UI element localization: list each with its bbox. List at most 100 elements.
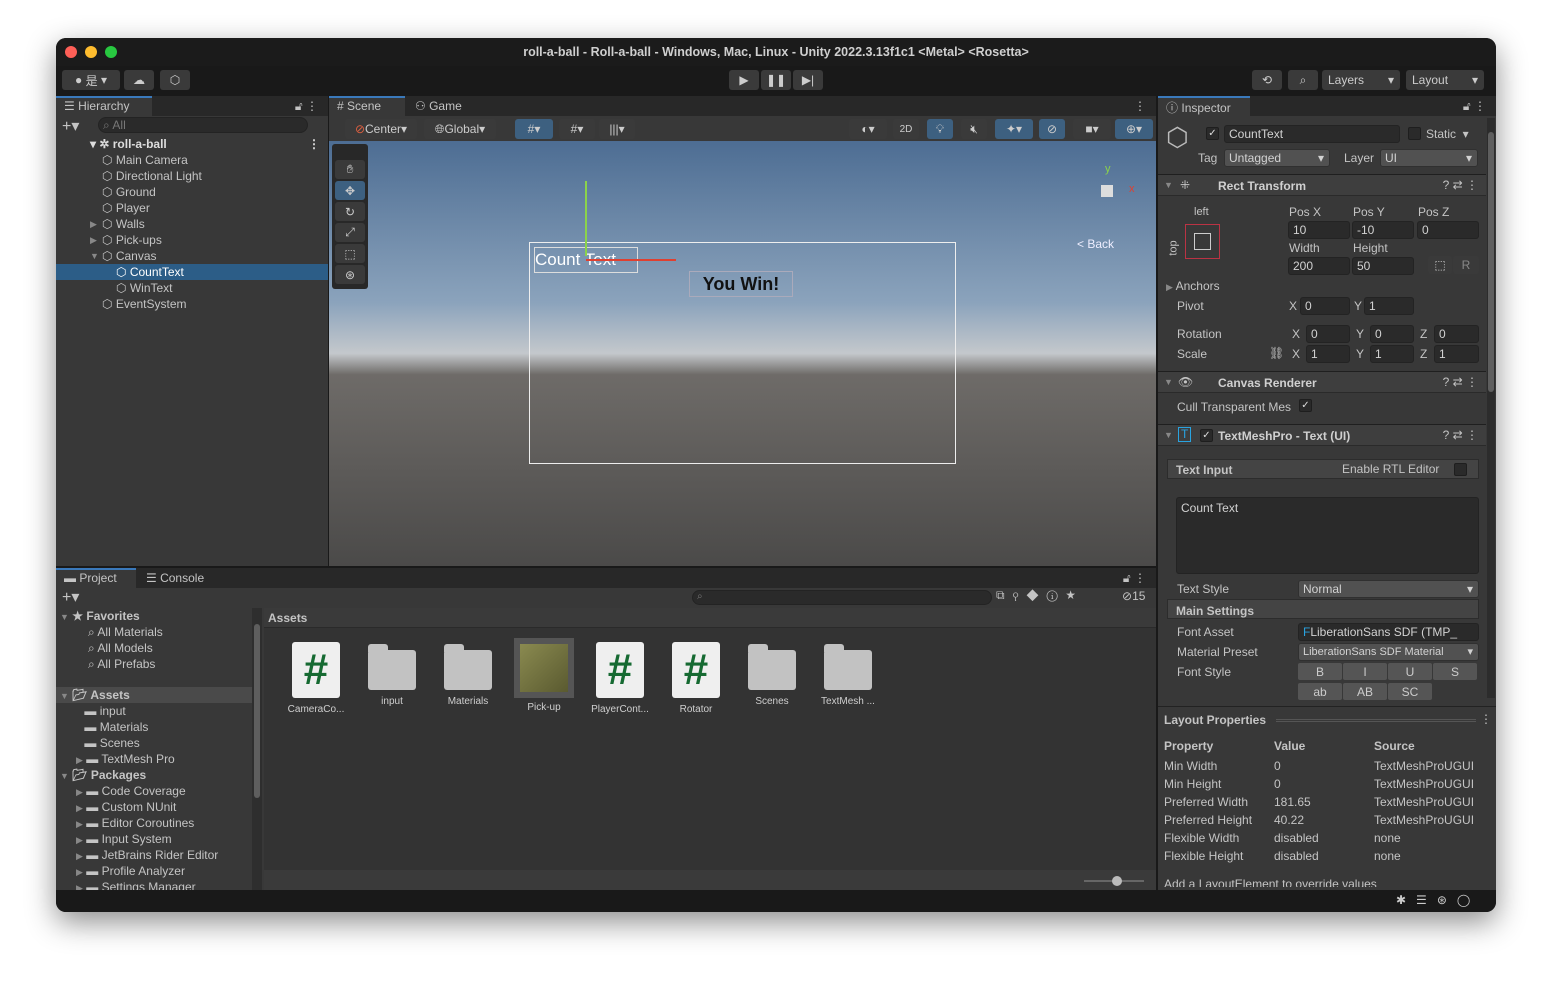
audio-toggle[interactable]: 🔇︎ (961, 119, 987, 139)
hierarchy-item[interactable]: ⬡ EventSystem (56, 296, 328, 312)
hierarchy-item[interactable]: ▶ ⬡ Pick-ups (56, 232, 328, 248)
component-menu-icons[interactable]: ? ⇄ ⋮ (1443, 375, 1478, 389)
hidden-packages-toggle[interactable]: ⊘15 (1122, 589, 1145, 603)
rotate-tool[interactable]: ↻ (335, 202, 365, 221)
breadcrumb[interactable]: Assets (268, 611, 307, 625)
tab-console[interactable]: ☰ Console (138, 568, 218, 588)
text-style-dropdown[interactable]: Normal ▾ (1298, 580, 1479, 598)
move-gizmo-y[interactable] (585, 181, 587, 256)
font-case-2-button[interactable]: SC (1388, 683, 1432, 700)
create-button[interactable]: +▾ (62, 587, 79, 607)
hand-tool[interactable]: ✋︎ (335, 160, 365, 179)
package-item[interactable]: ▶ ▬ Code Coverage (76, 783, 186, 799)
back-button[interactable]: < Back (1077, 237, 1114, 251)
align-button[interactable]: |||▾ (599, 119, 635, 139)
grid-snap-button[interactable]: #▾ (515, 119, 553, 139)
rotation-y-field[interactable]: 0 (1370, 325, 1414, 343)
font-case-1-button[interactable]: AB (1343, 683, 1387, 700)
font-style-i-button[interactable]: I (1343, 663, 1387, 680)
pause-button[interactable]: ❚❚ (761, 70, 791, 90)
filter-icons[interactable]: ⧉⚲◆ⓘ★ (996, 588, 1083, 603)
tab-hierarchy[interactable]: ☰ Hierarchy (56, 96, 152, 116)
hierarchy-item[interactable]: ⬡ Directional Light (56, 168, 328, 184)
package-item[interactable]: ▶ ▬ Profile Analyzer (76, 863, 185, 879)
rotation-x-field[interactable]: 0 (1306, 325, 1350, 343)
space-dropdown[interactable]: 🌐︎ Global ▾ (424, 119, 496, 139)
textmeshpro-header[interactable]: ▼ T ✓ TextMeshPro - Text (UI)? ⇄ ⋮ (1158, 424, 1486, 446)
lock-icon[interactable]: 🔓︎ ⋮ (295, 99, 318, 114)
scene-root[interactable]: ▾ ✲ roll-a-ball ⋮ (90, 136, 328, 152)
static-label[interactable]: Static ▾ (1426, 127, 1469, 141)
layers-dropdown[interactable]: Layers ▾ (1322, 70, 1400, 90)
width-field[interactable]: 200 (1288, 257, 1350, 275)
gizmos-dropdown[interactable]: ⊕▾ (1115, 119, 1153, 139)
font-style-s-button[interactable]: S (1433, 663, 1477, 680)
folder-item[interactable]: ▬ Materials (76, 719, 148, 735)
component-menu-icons[interactable]: ? ⇄ ⋮ (1443, 428, 1478, 442)
asset-item[interactable]: Scenes (734, 642, 810, 707)
asset-item[interactable]: # CameraCo... (278, 642, 354, 715)
camera-dropdown[interactable]: ■▾ (1073, 119, 1111, 139)
step-button[interactable]: ▶| (793, 70, 823, 90)
asset-item[interactable]: # Rotator (658, 642, 734, 715)
layer-dropdown[interactable]: UI ▾ (1380, 149, 1478, 167)
rotation-z-field[interactable]: 0 (1434, 325, 1479, 343)
folder-item[interactable]: ▶ ▬ TextMesh Pro (76, 751, 175, 767)
font-asset-field[interactable]: FLiberationSans SDF (TMP_ (1298, 623, 1479, 641)
anchors-foldout[interactable]: ▶ Anchors (1166, 279, 1220, 293)
package-item[interactable]: ▶ ▬ Editor Coroutines (76, 815, 194, 831)
favorite-item[interactable]: ⌕ All Materials (88, 624, 163, 640)
search-button[interactable]: ⌕ (1288, 70, 1318, 90)
lock-icon[interactable]: 🔓︎ ⋮ (1123, 571, 1146, 586)
static-checkbox[interactable] (1408, 127, 1421, 140)
package-item[interactable]: ▶ ▬ Input System (76, 831, 172, 847)
scale-z-field[interactable]: 1 (1434, 345, 1479, 363)
favorite-item[interactable]: ⌕ All Models (88, 640, 153, 656)
blueprint-mode-button[interactable]: ⬚ (1428, 256, 1452, 274)
inspector-scrollbar[interactable] (1487, 118, 1495, 698)
favorite-item[interactable]: ⌕ All Prefabs (88, 656, 155, 672)
name-field[interactable]: CountText (1224, 125, 1400, 143)
tab-scene[interactable]: # Scene (329, 96, 405, 116)
layout-dropdown[interactable]: Layout ▾ (1406, 70, 1484, 90)
increment-snap-button[interactable]: #▾ (559, 119, 595, 139)
tree-scrollbar[interactable] (252, 608, 262, 890)
asset-item[interactable]: Pick-up (506, 638, 582, 713)
favorites-foldout[interactable]: ▼ ★ Favorites (60, 608, 140, 624)
pivot-y-field[interactable]: 1 (1364, 297, 1414, 315)
lock-icon[interactable]: 🔓︎ ⋮ (1463, 99, 1486, 114)
raw-edit-button[interactable]: R (1453, 256, 1479, 274)
anchor-presets-button[interactable] (1185, 224, 1220, 259)
orientation-gizmo[interactable]: y x (1079, 161, 1139, 221)
status-icons[interactable]: ✱☰⊛◯ (1396, 893, 1480, 907)
height-field[interactable]: 50 (1352, 257, 1414, 275)
font-style-b-button[interactable]: B (1298, 663, 1342, 680)
component-menu-icons[interactable]: ? ⇄ ⋮ (1443, 178, 1478, 192)
tab-game[interactable]: ⚇ Game (407, 96, 477, 116)
folder-item[interactable]: ▬ Scenes (76, 735, 139, 751)
hierarchy-item[interactable]: ▶ ⬡ Walls (56, 216, 328, 232)
move-gizmo-x[interactable] (586, 259, 676, 261)
asset-item[interactable]: input (354, 642, 430, 707)
package-item[interactable]: ▶ ▬ JetBrains Rider Editor (76, 847, 218, 863)
win-text-object[interactable]: You Win! (689, 271, 793, 297)
history-button[interactable]: ⟲ (1252, 70, 1282, 90)
pos-z-field[interactable]: 0 (1417, 221, 1479, 239)
2d-toggle[interactable]: 2D (893, 119, 919, 139)
cloud-button[interactable]: ☁ (124, 70, 154, 90)
rect-transform-header[interactable]: ▼ ⁜ Rect Transform? ⇄ ⋮ (1158, 174, 1486, 196)
hierarchy-item[interactable]: ▼ ⬡ Canvas (56, 248, 328, 264)
hierarchy-item[interactable]: ⬡ WinText (56, 280, 328, 296)
rtl-checkbox[interactable] (1454, 463, 1467, 476)
scale-x-field[interactable]: 1 (1306, 345, 1350, 363)
asset-item[interactable]: # PlayerCont... (582, 642, 658, 715)
material-preset-dropdown[interactable]: LiberationSans SDF Material ▾ (1298, 643, 1479, 661)
account-button[interactable]: ● 是 ▾ (62, 70, 120, 90)
shading-dropdown[interactable]: ◐▾ (849, 119, 887, 139)
package-item[interactable]: ▶ ▬ Custom NUnit (76, 799, 176, 815)
scale-tool[interactable]: ⤢ (335, 223, 365, 242)
tab-inspector[interactable]: ⓘ Inspector (1158, 96, 1250, 116)
font-case-0-button[interactable]: ab (1298, 683, 1342, 700)
collab-button[interactable]: ⬡ (160, 70, 190, 90)
asset-item[interactable]: Materials (430, 642, 506, 707)
